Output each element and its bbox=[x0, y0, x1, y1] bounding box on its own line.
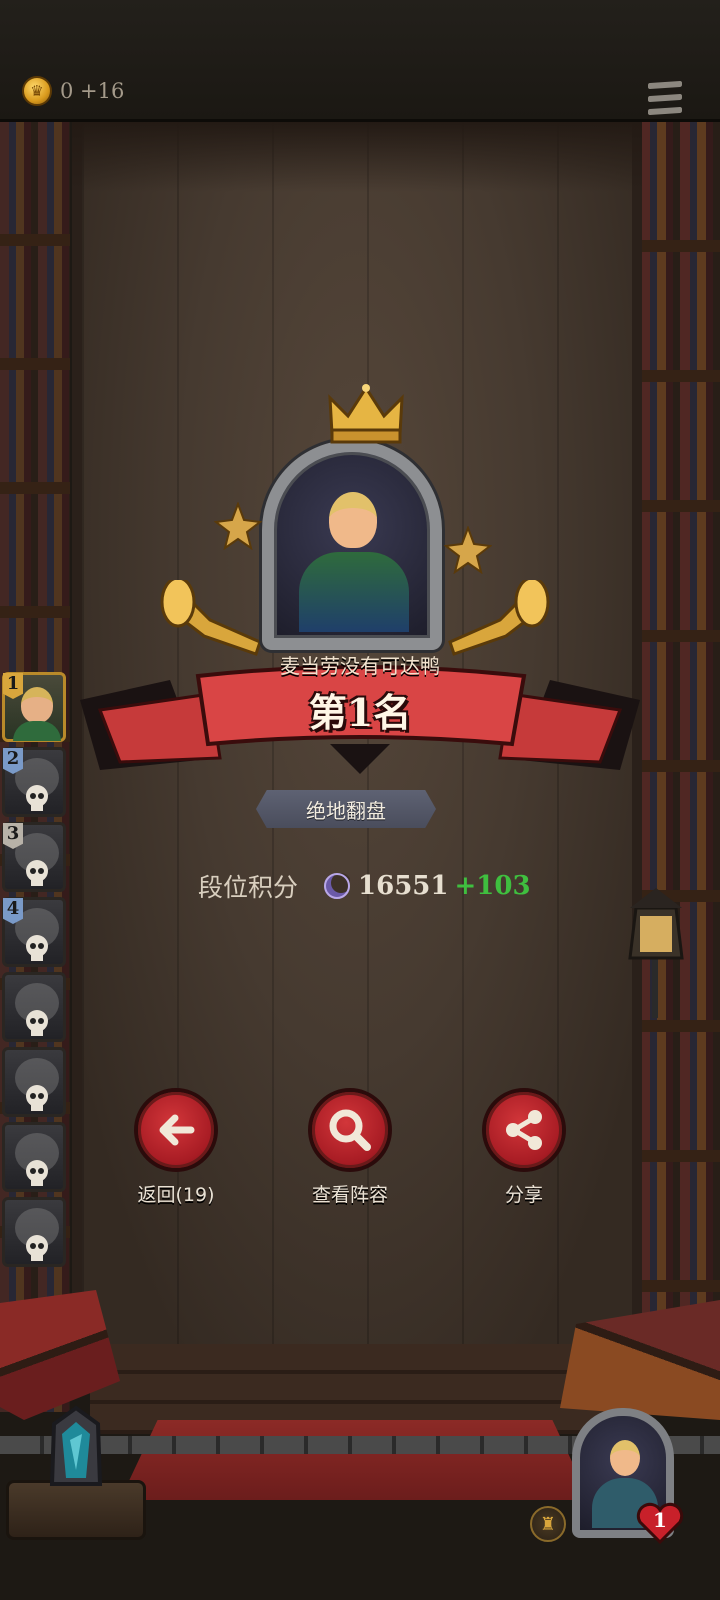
ranking-sidebar: 1 2 3 4 bbox=[2, 672, 68, 1272]
hero-head bbox=[329, 492, 377, 548]
arrow-left-icon bbox=[159, 1114, 195, 1146]
rank-slot[interactable] bbox=[2, 1047, 66, 1117]
view-lineup-label: 查看阵容 bbox=[311, 1184, 388, 1206]
crown-coin-icon: ♛ bbox=[22, 76, 52, 106]
rank-title: 第1名 bbox=[308, 690, 412, 735]
back-button[interactable] bbox=[134, 1088, 218, 1172]
skull-icon bbox=[26, 1235, 48, 1261]
view-lineup-action: 查看阵容 bbox=[290, 1088, 410, 1207]
coin-amount: 0 +16 bbox=[60, 79, 125, 103]
menu-bar-icon bbox=[648, 80, 682, 90]
rank-badge: 3 bbox=[3, 823, 23, 849]
view-lineup-button[interactable] bbox=[308, 1088, 392, 1172]
rank-badge: 1 bbox=[3, 673, 23, 699]
share-action: 分享 bbox=[464, 1088, 584, 1207]
skull-icon bbox=[26, 1085, 48, 1111]
score-label: 段位积分 bbox=[198, 873, 299, 902]
red-carpet bbox=[120, 1420, 590, 1500]
tower-icon[interactable]: ♜ bbox=[530, 1506, 566, 1542]
panel-arch-shadow bbox=[72, 122, 642, 192]
rank-slot[interactable]: 1 bbox=[2, 672, 66, 742]
share-label: 分享 bbox=[504, 1184, 543, 1206]
street-lamp-icon bbox=[628, 888, 684, 1018]
hero-body bbox=[299, 552, 409, 632]
search-icon bbox=[329, 1109, 371, 1151]
share-icon bbox=[506, 1110, 542, 1150]
rank-badge: 4 bbox=[3, 898, 23, 924]
rank-slot[interactable] bbox=[2, 1122, 66, 1192]
score-delta: +103 bbox=[454, 871, 531, 901]
rank-slot[interactable] bbox=[2, 972, 66, 1042]
skull-icon bbox=[26, 1160, 48, 1186]
menu-bar-icon bbox=[648, 93, 682, 103]
score-value: 16551 bbox=[358, 871, 449, 901]
moon-icon bbox=[324, 873, 351, 899]
rank-badge: 2 bbox=[3, 748, 23, 774]
menu-button[interactable] bbox=[648, 80, 682, 116]
lives-count: 1 bbox=[653, 1508, 667, 1532]
coin-counter: ♛ 0 +16 bbox=[22, 76, 124, 106]
player-name: 麦当劳没有可达鸭 bbox=[280, 654, 440, 678]
back-action: 返回(19) bbox=[116, 1088, 236, 1207]
top-bar: ♛ 0 +16 bbox=[0, 0, 720, 122]
rank-score-row: 段位积分 16551 +103 bbox=[198, 868, 531, 904]
skull-icon bbox=[26, 935, 48, 961]
rank-slot[interactable]: 2 bbox=[2, 747, 66, 817]
skull-icon bbox=[26, 1010, 48, 1036]
rank-slot[interactable]: 4 bbox=[2, 897, 66, 967]
rank-slot[interactable] bbox=[2, 1197, 66, 1267]
skull-icon bbox=[26, 860, 48, 886]
menu-bar-icon bbox=[648, 106, 682, 116]
back-label: 返回(19) bbox=[137, 1184, 215, 1206]
winner-portrait bbox=[262, 440, 442, 650]
share-button[interactable] bbox=[482, 1088, 566, 1172]
crystal-icon[interactable] bbox=[36, 1404, 116, 1504]
hero-head bbox=[610, 1440, 640, 1476]
player-avatar-body bbox=[13, 721, 61, 741]
player-avatar bbox=[21, 687, 53, 723]
star-icon bbox=[214, 502, 262, 550]
achievement-tag: 绝地翻盘 bbox=[256, 790, 436, 828]
skull-icon bbox=[26, 785, 48, 811]
star-icon bbox=[444, 526, 492, 574]
right-bookshelf bbox=[640, 122, 720, 1412]
rank-slot[interactable]: 3 bbox=[2, 822, 66, 892]
crown-icon bbox=[328, 384, 404, 444]
